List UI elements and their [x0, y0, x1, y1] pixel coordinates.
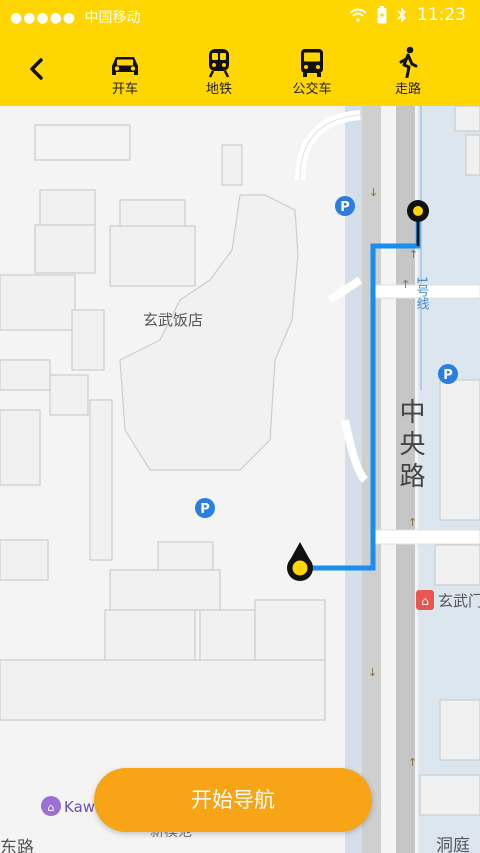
- road-arrow-icon: ↑: [409, 248, 418, 261]
- mode-label-subway: 地铁: [205, 82, 232, 97]
- metro-line-label: 1号线: [414, 276, 430, 311]
- svg-text:⌂: ⌂: [421, 594, 429, 608]
- station-label: 玄武门: [438, 592, 480, 610]
- wifi-icon: [349, 8, 367, 22]
- svg-text:⌂: ⌂: [48, 801, 55, 814]
- status-bar: ●●●●● 中国移动 11:23: [0, 0, 480, 32]
- subway-icon: [208, 49, 230, 78]
- street-label: 洞庭: [436, 836, 470, 853]
- road-arrow-icon: ↓: [368, 666, 377, 679]
- chevron-left-icon: [30, 58, 43, 80]
- car-icon: [112, 57, 138, 75]
- map-canvas: P P P ↓ ↑ ↑ ↑ ↓ ↑ 玄武饭店 1号线 中央路 ⌂ 玄武门 ⌂ K…: [0, 106, 480, 853]
- road-arrow-icon: ↓: [369, 186, 378, 199]
- poi-label: Kaw: [64, 798, 95, 816]
- bus-icon: [301, 49, 323, 77]
- road-arrow-icon: ↑: [401, 278, 410, 291]
- mode-tab-subway[interactable]: 地铁: [184, 44, 254, 97]
- status-icons: 11:23: [349, 5, 466, 25]
- carrier-info: ●●●●● 中国移动: [10, 7, 141, 27]
- mode-tab-bus[interactable]: 公交车: [277, 44, 347, 97]
- street-label: 东路: [0, 838, 34, 853]
- mode-label-walk: 走路: [394, 82, 421, 97]
- mode-label-bus: 公交车: [292, 82, 332, 97]
- parking-label: P: [200, 502, 210, 517]
- parking-label: P: [443, 368, 453, 383]
- hotel-label: 玄武饭店: [143, 311, 203, 329]
- bluetooth-icon: [397, 7, 407, 23]
- mode-tab-drive[interactable]: 开车: [90, 44, 160, 97]
- map-view[interactable]: P P P ↓ ↑ ↑ ↑ ↓ ↑ 玄武饭店 1号线 中央路 ⌂ 玄武门 ⌂ K…: [0, 106, 480, 853]
- road-arrow-icon: ↑: [408, 516, 417, 529]
- road-label: 中央路: [395, 398, 425, 494]
- start-navigation-button[interactable]: 开始导航: [94, 768, 372, 832]
- road-arrow-icon: ↑: [408, 756, 417, 769]
- navigation-bar: 开车 地铁 公交车 走路: [0, 32, 480, 106]
- parking-label: P: [340, 200, 350, 215]
- battery-icon: [377, 6, 387, 24]
- mode-tab-walk[interactable]: 走路: [373, 44, 443, 97]
- mode-label-drive: 开车: [111, 82, 138, 97]
- walk-icon: [399, 46, 418, 78]
- signal-dots: ●●●●●: [10, 10, 77, 26]
- clock: 11:23: [417, 5, 466, 25]
- carrier-name: 中国移动: [84, 10, 141, 26]
- back-button[interactable]: [22, 54, 52, 84]
